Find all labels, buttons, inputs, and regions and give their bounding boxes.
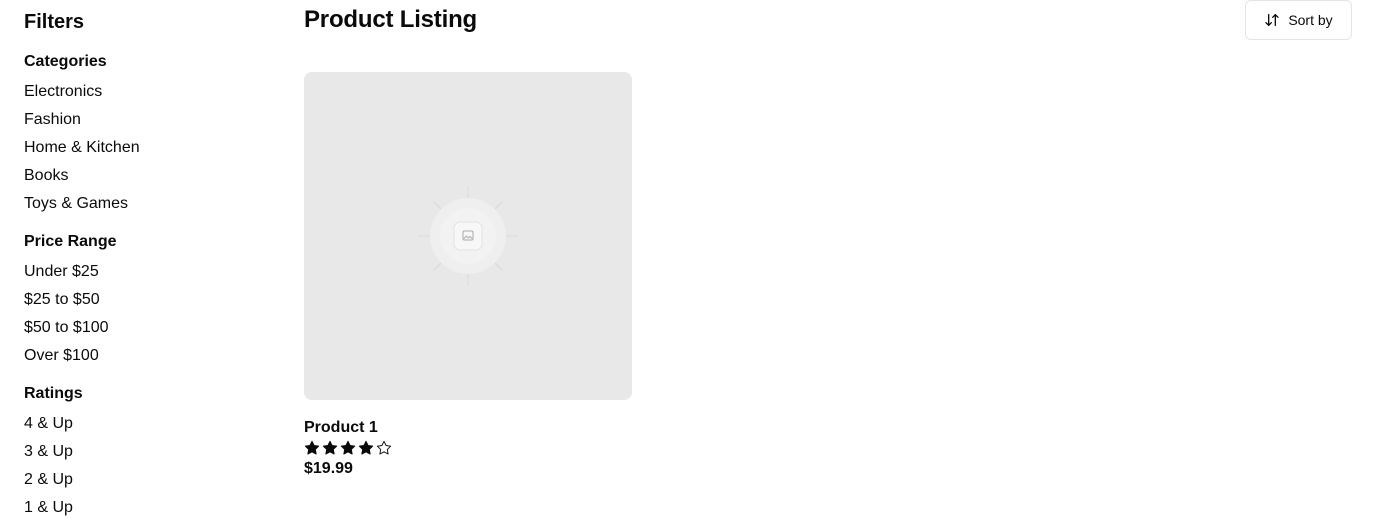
filter-item-4-up[interactable]: 4 & Up bbox=[24, 410, 264, 438]
product-name[interactable]: Product 1 bbox=[304, 418, 632, 438]
filter-group-ratings: Ratings 4 & Up 3 & Up 2 & Up 1 & Up bbox=[24, 382, 264, 522]
star-filled-icon bbox=[304, 440, 320, 456]
product-price: $19.99 bbox=[304, 460, 353, 477]
filter-item-toys-games[interactable]: Toys & Games bbox=[24, 190, 264, 218]
product-rating bbox=[304, 439, 632, 457]
arrow-up-down-icon bbox=[1264, 12, 1280, 28]
star-filled-icon bbox=[322, 440, 338, 456]
star-filled-icon bbox=[358, 440, 374, 456]
product-grid: Product 1 $19.99 bbox=[304, 72, 632, 480]
filters-sidebar: Filters Categories Electronics Fashion H… bbox=[24, 8, 264, 528]
filter-group-categories: Categories Electronics Fashion Home & Ki… bbox=[24, 50, 264, 218]
filter-item-1-up[interactable]: 1 & Up bbox=[24, 494, 264, 522]
filter-heading-ratings: Ratings bbox=[24, 385, 83, 402]
filter-item-books[interactable]: Books bbox=[24, 162, 264, 190]
ratings-list: 4 & Up 3 & Up 2 & Up 1 & Up bbox=[24, 410, 264, 522]
filter-item-electronics[interactable]: Electronics bbox=[24, 78, 264, 106]
page: Filters Categories Electronics Fashion H… bbox=[0, 0, 1376, 528]
filter-item-3-up[interactable]: 3 & Up bbox=[24, 438, 264, 466]
star-empty-icon bbox=[376, 440, 392, 456]
product-card[interactable]: Product 1 $19.99 bbox=[304, 72, 632, 480]
price-range-list: Under $25 $25 to $50 $50 to $100 Over $1… bbox=[24, 258, 264, 370]
filters-title: Filters bbox=[24, 11, 85, 33]
filter-item-under-25[interactable]: Under $25 bbox=[24, 258, 264, 286]
sort-button-label: Sort by bbox=[1288, 12, 1333, 28]
filter-item-over-100[interactable]: Over $100 bbox=[24, 342, 264, 370]
star-filled-icon bbox=[340, 440, 356, 456]
filter-heading-categories: Categories bbox=[24, 53, 107, 70]
sort-button[interactable]: Sort by bbox=[1245, 0, 1352, 40]
filter-heading-price-range: Price Range bbox=[24, 233, 117, 250]
filter-item-50-to-100[interactable]: $50 to $100 bbox=[24, 314, 264, 342]
category-list: Electronics Fashion Home & Kitchen Books… bbox=[24, 78, 264, 218]
filter-item-2-up[interactable]: 2 & Up bbox=[24, 466, 264, 494]
page-title: Product Listing bbox=[304, 6, 477, 33]
filter-item-home-kitchen[interactable]: Home & Kitchen bbox=[24, 134, 264, 162]
filter-item-25-to-50[interactable]: $25 to $50 bbox=[24, 286, 264, 314]
filter-item-fashion[interactable]: Fashion bbox=[24, 106, 264, 134]
filter-group-price-range: Price Range Under $25 $25 to $50 $50 to … bbox=[24, 230, 264, 370]
product-image[interactable] bbox=[304, 72, 632, 400]
image-placeholder-icon bbox=[418, 186, 518, 286]
